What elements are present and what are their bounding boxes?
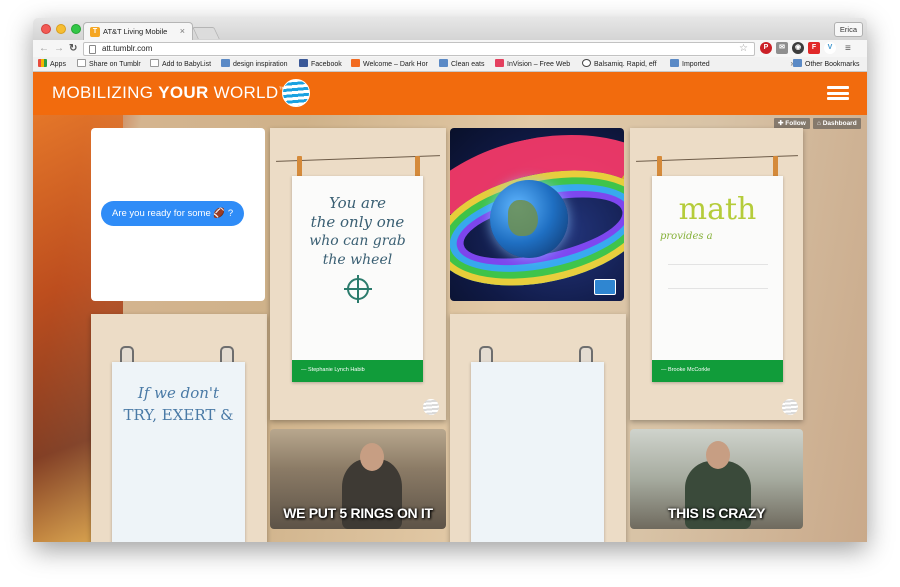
gif-caption: WE PUT 5 RINGS ON IT xyxy=(283,505,433,521)
bookmark-invision[interactable]: InVision – Free Web xyxy=(495,59,570,70)
bookmark-facebook[interactable]: Facebook xyxy=(299,59,342,70)
post-gif-rings[interactable]: WE PUT 5 RINGS ON IT xyxy=(270,429,446,529)
person-head xyxy=(360,443,384,471)
tab-title: AT&T Living Mobile xyxy=(103,27,168,36)
address-bar[interactable]: att.tumblr.com ☆ xyxy=(83,42,755,56)
bookmarks-bar: Apps Share on Tumblr Add to BabyList des… xyxy=(33,57,867,72)
bookmark-apps[interactable]: Apps xyxy=(38,59,66,70)
tumblr-favicon-icon: T xyxy=(90,27,100,37)
hamburger-menu-icon[interactable] xyxy=(827,86,849,100)
quote-text-line: You are xyxy=(328,194,387,212)
quote-author: — Stephanie Lynch Habib xyxy=(301,367,365,373)
folder-icon xyxy=(793,59,802,67)
chrome-menu-icon[interactable]: ≡ xyxy=(845,43,851,54)
browser-toolbar: ← → ↻ att.tumblr.com ☆ P ✉ ◉ F V ≡ xyxy=(33,40,867,57)
profile-button[interactable]: Erica xyxy=(833,22,863,37)
post-quote-math[interactable]: math provides a — Brooke McCorkle xyxy=(630,128,803,420)
att-logo-icon xyxy=(423,399,439,415)
ship-wheel-icon xyxy=(343,275,372,303)
bookmark-add-to-babylist[interactable]: Add to BabyList xyxy=(150,59,211,70)
new-tab-button[interactable] xyxy=(192,27,220,39)
apps-icon xyxy=(38,59,47,67)
folder-icon xyxy=(670,59,679,67)
quote-text-line: math xyxy=(678,192,757,227)
post-grid: ✚ Follow ⌂ Dashboard Are you ready for s… xyxy=(33,115,867,542)
author-bar: — Stephanie Lynch Habib xyxy=(292,360,423,382)
flipboard-extension-icon[interactable]: F xyxy=(808,42,820,54)
site-header: MOBILIZING YOUR WORLD™ xyxy=(33,72,867,115)
browser-tab[interactable]: T AT&T Living Mobile × xyxy=(83,22,193,40)
att-logo-icon xyxy=(782,399,798,415)
orange-icon xyxy=(351,59,360,67)
att-globe-logo-icon xyxy=(282,79,310,107)
site-brand[interactable]: MOBILIZING YOUR WORLD™ xyxy=(52,83,286,103)
bookmark-dark-horse[interactable]: Welcome – Dark Hor xyxy=(351,59,428,70)
quote-text-line: provides a xyxy=(660,231,713,242)
bookmark-balsamiq[interactable]: Balsamiq. Rapid, eff xyxy=(582,59,657,70)
post-gif-crazy[interactable]: THIS IS CRAZY xyxy=(630,429,803,529)
page-icon xyxy=(150,59,159,67)
maximize-window-button[interactable] xyxy=(71,24,81,34)
quote-card: You are the only one who can grab the wh… xyxy=(292,176,423,382)
forward-arrow-icon[interactable]: → xyxy=(54,43,64,54)
page-icon xyxy=(77,59,86,67)
reload-icon[interactable]: ↻ xyxy=(69,43,77,54)
chrome-extension-icon[interactable]: ◉ xyxy=(792,42,804,54)
quote-card: If we don't TRY, EXERT & xyxy=(112,362,245,542)
venmo-extension-icon[interactable]: V xyxy=(824,42,836,54)
url-text[interactable]: att.tumblr.com xyxy=(102,44,152,53)
mail-extension-icon[interactable]: ✉ xyxy=(776,42,788,54)
tumblr-page: MOBILIZING YOUR WORLD™ ✚ Follow ⌂ Dashbo… xyxy=(33,72,867,542)
dashboard-button[interactable]: ⌂ Dashboard xyxy=(813,118,861,129)
quote-text-line: the wheel xyxy=(322,252,393,268)
quote-text-line: TRY, EXERT & xyxy=(123,406,234,424)
post-earth-rainbow[interactable] xyxy=(450,128,624,301)
quote-text-line: who can grab xyxy=(309,233,406,249)
back-arrow-icon[interactable]: ← xyxy=(39,43,49,54)
bookmark-other-bookmarks[interactable]: Other Bookmarks xyxy=(793,59,859,70)
close-window-button[interactable] xyxy=(41,24,51,34)
quote-text-line: If we don't xyxy=(137,384,220,402)
quote-card: math provides a — Brooke McCorkle xyxy=(652,176,783,382)
facebook-icon xyxy=(299,59,308,67)
minimize-window-button[interactable] xyxy=(56,24,66,34)
person-head xyxy=(706,441,730,469)
quote-card xyxy=(471,362,604,542)
title-bar: T AT&T Living Mobile × Erica xyxy=(33,18,867,40)
quote-author: — Brooke McCorkle xyxy=(661,367,711,373)
earth-image xyxy=(490,180,568,258)
tab-close-icon[interactable]: × xyxy=(180,26,185,36)
message-bubble: Are you ready for some 🏈 ? xyxy=(101,201,245,226)
smile-icon xyxy=(582,59,591,67)
quote-text-line: the only one xyxy=(310,213,405,231)
post-quote-wheel[interactable]: You are the only one who can grab the wh… xyxy=(270,128,446,420)
bookmark-imported[interactable]: Imported xyxy=(670,59,710,70)
folder-icon xyxy=(439,59,448,67)
post-message[interactable]: Are you ready for some 🏈 ? xyxy=(91,128,265,301)
page-icon xyxy=(89,45,96,54)
author-bar: — Brooke McCorkle xyxy=(652,360,783,382)
invision-icon xyxy=(495,59,504,67)
bookmark-clean-eats[interactable]: Clean eats xyxy=(439,59,484,70)
bookmark-share-on-tumblr[interactable]: Share on Tumblr xyxy=(77,59,141,70)
bookmark-design-inspiration[interactable]: design inspiration xyxy=(221,59,287,70)
gif-caption: THIS IS CRAZY xyxy=(667,505,766,521)
browser-window: T AT&T Living Mobile × Erica ← → ↻ att.t… xyxy=(33,18,867,542)
post-quote-blank[interactable] xyxy=(450,314,626,542)
pinterest-extension-icon[interactable]: P xyxy=(760,42,772,54)
media-badge-icon xyxy=(594,279,616,295)
bookmark-star-icon[interactable]: ☆ xyxy=(739,43,748,54)
post-quote-try[interactable]: If we don't TRY, EXERT & xyxy=(91,314,267,542)
folder-icon xyxy=(221,59,230,67)
